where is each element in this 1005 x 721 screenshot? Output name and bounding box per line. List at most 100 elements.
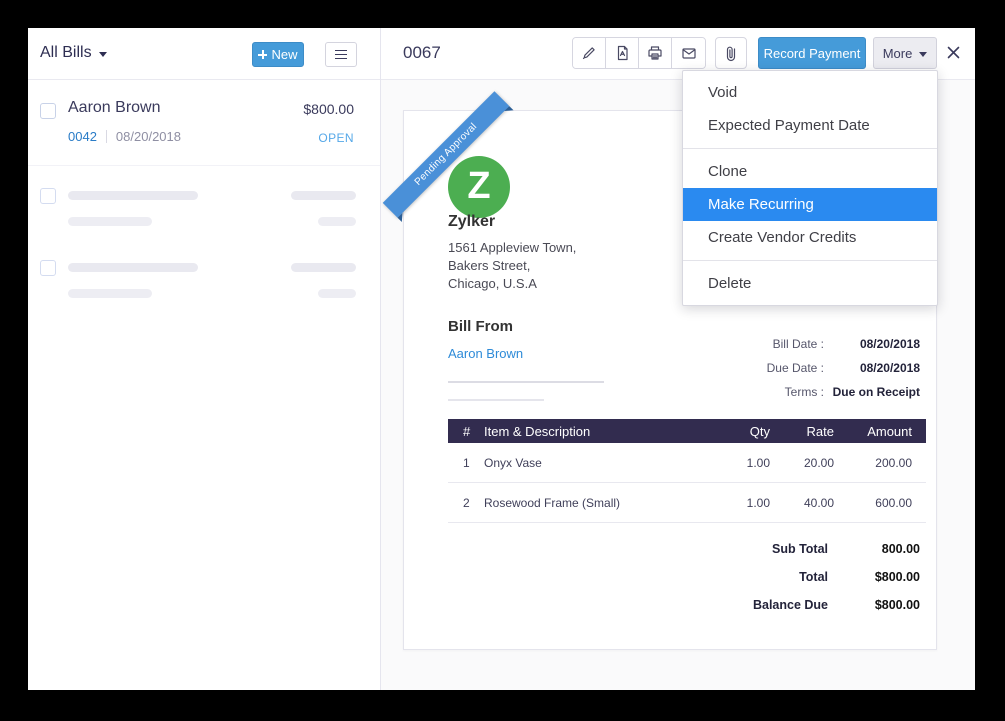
hamburger-icon <box>335 50 347 52</box>
address-line: 1561 Appleview Town, <box>448 239 576 257</box>
logo-letter: Z <box>467 167 490 205</box>
new-bill-button[interactable]: New <box>252 42 304 67</box>
divider <box>106 130 107 143</box>
edit-icon <box>581 45 597 61</box>
cell-description: Rosewood Frame (Small) <box>484 496 706 510</box>
cell-index: 2 <box>448 496 484 510</box>
bills-filter-label: All Bills <box>40 44 92 62</box>
cell-amount: 600.00 <box>834 496 926 510</box>
close-button[interactable] <box>942 41 964 63</box>
chevron-down-icon <box>99 52 107 57</box>
placeholder-line <box>448 399 544 401</box>
bill-amount: $800.00 <box>303 101 354 117</box>
menu-item-expected-payment-date[interactable]: Expected Payment Date <box>683 109 937 142</box>
cell-qty: 1.00 <box>706 496 770 510</box>
total-value: $800.00 <box>828 598 920 612</box>
bills-list-pane: All Bills New Aaron Brown $800.00 0042 0… <box>28 28 381 690</box>
total-label: Total <box>630 570 828 584</box>
skeleton-bar <box>68 289 152 298</box>
address-line: Bakers Street, <box>448 257 576 275</box>
bill-subline: 0042 08/20/2018 <box>68 129 181 144</box>
cell-index: 1 <box>448 456 484 470</box>
cell-amount: 200.00 <box>834 456 926 470</box>
pdf-button[interactable] <box>606 38 639 68</box>
menu-item-delete[interactable]: Delete <box>683 267 937 300</box>
menu-item-clone[interactable]: Clone <box>683 155 937 188</box>
cell-qty: 1.00 <box>706 456 770 470</box>
totals-section: Sub Total 800.00 Total $800.00 Balance D… <box>630 535 920 619</box>
detail-row: Due Date : 08/20/2018 <box>620 356 920 380</box>
skeleton-bar <box>68 217 152 226</box>
skeleton-bar <box>68 263 198 272</box>
record-payment-label: Record Payment <box>764 46 861 61</box>
detail-row: Bill Date : 08/20/2018 <box>620 332 920 356</box>
pdf-icon <box>615 45 630 61</box>
cell-description: Onyx Vase <box>484 456 706 470</box>
menu-item-make-recurring[interactable]: Make Recurring <box>683 188 937 221</box>
chevron-down-icon <box>919 52 927 57</box>
edit-button[interactable] <box>573 38 606 68</box>
print-button[interactable] <box>639 38 672 68</box>
bill-number-title: 0067 <box>403 43 441 63</box>
total-label: Balance Due <box>630 598 828 612</box>
menu-item-create-vendor-credits[interactable]: Create Vendor Credits <box>683 221 937 254</box>
detail-label: Due Date : <box>620 361 824 375</box>
total-value: $800.00 <box>828 570 920 584</box>
address-line: Chicago, U.S.A <box>448 275 576 293</box>
skeleton-bar <box>291 263 356 272</box>
table-row: 2 Rosewood Frame (Small) 1.00 40.00 600.… <box>448 483 926 523</box>
detail-value: 08/20/2018 <box>824 337 920 351</box>
detail-label: Bill Date : <box>620 337 824 351</box>
bill-number-link[interactable]: 0042 <box>68 129 97 144</box>
bill-vendor-name: Aaron Brown <box>68 99 161 117</box>
list-view-toggle-button[interactable] <box>325 42 357 67</box>
bill-list-item[interactable]: Aaron Brown $800.00 0042 08/20/2018 OPEN <box>28 80 380 166</box>
company-address: 1561 Appleview Town, Bakers Street, Chic… <box>448 239 576 293</box>
status-badge: OPEN <box>318 131 354 145</box>
plus-icon <box>258 50 267 59</box>
detail-value: 08/20/2018 <box>824 361 920 375</box>
cell-rate: 40.00 <box>770 496 834 510</box>
detail-row: Terms : Due on Receipt <box>620 380 920 404</box>
subtotal-row: Sub Total 800.00 <box>630 535 920 563</box>
new-bill-label: New <box>271 47 297 62</box>
mail-button[interactable] <box>672 38 705 68</box>
skeleton-bar <box>291 191 356 200</box>
bills-filter-dropdown[interactable]: All Bills <box>40 44 107 62</box>
bill-detail-fields: Bill Date : 08/20/2018 Due Date : 08/20/… <box>620 332 920 404</box>
balance-due-row: Balance Due $800.00 <box>630 591 920 619</box>
table-row: 1 Onyx Vase 1.00 20.00 200.00 <box>448 443 926 483</box>
menu-separator <box>683 148 937 149</box>
record-payment-button[interactable]: Record Payment <box>758 37 866 69</box>
bill-checkbox[interactable] <box>40 103 56 119</box>
close-icon <box>946 45 961 60</box>
detail-label: Terms : <box>620 385 824 399</box>
skeleton-bar <box>318 289 356 298</box>
total-value: 800.00 <box>828 542 920 556</box>
detail-value: Due on Receipt <box>824 385 920 399</box>
total-label: Sub Total <box>630 542 828 556</box>
total-row: Total $800.00 <box>630 563 920 591</box>
line-items-table: # Item & Description Qty Rate Amount 1 O… <box>448 419 926 523</box>
bill-date: 08/20/2018 <box>116 129 181 144</box>
more-dropdown-menu: Void Expected Payment Date Clone Make Re… <box>682 70 938 306</box>
attachment-button[interactable] <box>715 37 747 69</box>
more-button[interactable]: More <box>873 37 937 69</box>
skeleton-bar <box>68 191 198 200</box>
company-logo: Z <box>448 156 510 218</box>
column-header: Amount <box>834 424 926 439</box>
list-header: All Bills New <box>28 28 380 80</box>
placeholder-line <box>448 381 604 383</box>
menu-item-void[interactable]: Void <box>683 76 937 109</box>
more-label: More <box>883 46 913 61</box>
column-header: Qty <box>706 424 770 439</box>
bill-checkbox[interactable] <box>40 260 56 276</box>
print-icon <box>647 45 663 61</box>
column-header: Item & Description <box>484 424 706 439</box>
bill-checkbox[interactable] <box>40 188 56 204</box>
company-name: Zylker <box>448 213 495 231</box>
vendor-link[interactable]: Aaron Brown <box>448 346 523 361</box>
mail-icon <box>681 46 697 60</box>
column-header: Rate <box>770 424 834 439</box>
bill-from-label: Bill From <box>448 318 513 335</box>
